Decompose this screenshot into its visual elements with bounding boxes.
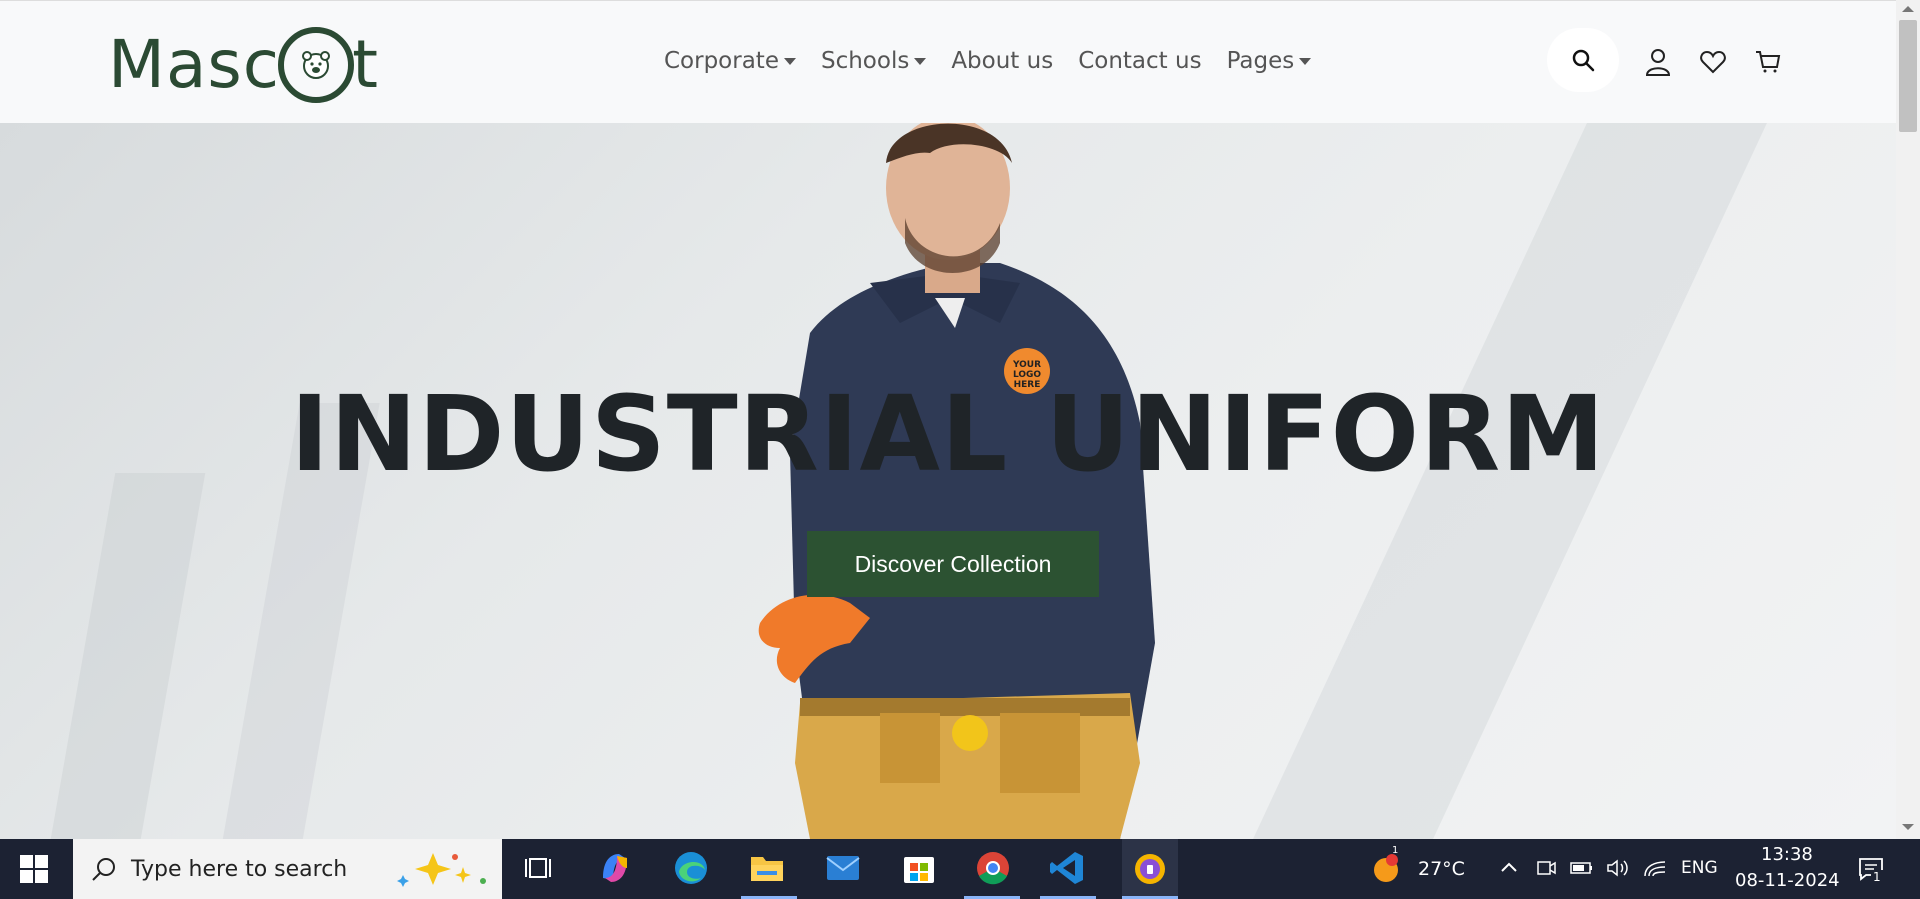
taskbar-search-box[interactable]: Type here to search [73,839,502,899]
user-icon [1645,49,1671,76]
meet-now-icon[interactable] [1536,858,1556,878]
site-header: Masc t Corporate Schools About us Contac… [0,0,1896,123]
scrollbar-thumb[interactable] [1899,20,1917,132]
chrome-browser-icon[interactable] [972,847,1014,889]
nav-about-label: About us [951,48,1054,74]
taskbar-search-placeholder: Type here to search [131,856,348,882]
nav-corporate-label: Corporate [664,48,779,74]
task-view-icon[interactable] [518,847,560,889]
caret-down-icon [783,57,796,65]
chevron-up-icon[interactable] [1500,861,1518,873]
vpn-app-icon[interactable] [1122,839,1178,899]
search-button[interactable] [1547,28,1619,92]
weather-badge: 1 [1392,845,1399,856]
notification-count: 1 [1871,870,1883,884]
scroll-down-arrow-icon[interactable] [1902,824,1914,830]
nav-pages[interactable]: Pages [1227,48,1312,74]
volume-icon[interactable] [1606,858,1630,878]
caret-down-icon [1299,57,1312,65]
scroll-up-arrow-icon[interactable] [1902,6,1914,12]
account-button[interactable] [1643,47,1673,77]
weather-icon[interactable] [1368,847,1404,889]
copilot-icon[interactable] [594,847,636,889]
vscode-icon[interactable] [1046,847,1088,889]
cart-button[interactable] [1753,47,1783,77]
windows-taskbar: Type here to search 1 27°C ENG 13:38 08-… [0,839,1920,899]
discover-collection-button[interactable]: Discover Collection [807,531,1099,597]
caret-down-icon [914,57,927,65]
nav-pages-label: Pages [1226,48,1295,74]
nav-schools-label: Schools [820,48,910,74]
weather-temperature[interactable]: 27°C [1418,858,1465,880]
logo-text-right: t [352,26,379,103]
clock-date[interactable]: 08-11-2024 [1735,870,1840,891]
wall-shadow [44,473,206,839]
cart-icon [1756,51,1781,73]
sparkle-icon [397,853,486,887]
nav-contact-us[interactable]: Contact us [1078,48,1201,74]
bear-mascot-icon [278,27,355,103]
language-indicator[interactable]: ENG [1681,858,1718,878]
file-explorer-icon[interactable] [746,847,788,889]
main-nav: Corporate Schools About us Contact us Pa… [664,48,1336,74]
logo-text-left: Masc [108,26,281,103]
search-icon [92,858,115,881]
mascot-logo[interactable]: Masc t [108,23,379,107]
hero-banner: YOUR LOGO HERE INDUSTRIAL UNIFORM Discov… [0,123,1896,839]
edge-browser-icon[interactable] [670,847,712,889]
nav-corporate[interactable]: Corporate [664,48,796,74]
search-icon [1572,49,1595,72]
svg-text:YOUR: YOUR [1012,360,1041,370]
nav-contact-label: Contact us [1078,48,1202,74]
nav-schools[interactable]: Schools [820,48,927,74]
hero-title: INDUSTRIAL UNIFORM [290,373,1606,495]
clock-time[interactable]: 13:38 [1761,844,1813,865]
wishlist-button[interactable] [1698,47,1728,77]
microsoft-store-icon[interactable] [898,847,940,889]
nav-about-us[interactable]: About us [951,48,1053,74]
mail-icon[interactable] [822,847,864,889]
battery-icon[interactable] [1570,860,1594,876]
windows-start-icon[interactable] [20,855,48,883]
wifi-icon[interactable] [1643,858,1667,878]
heart-icon [1700,50,1726,74]
